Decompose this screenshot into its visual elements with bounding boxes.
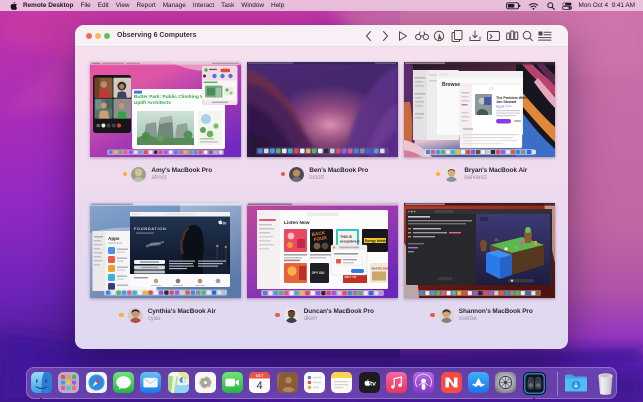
svg-text:4: 4 <box>257 380 263 392</box>
svg-text:WASTELAND: WASTELAND <box>372 267 389 271</box>
svg-text:OCT: OCT <box>256 374 264 378</box>
svg-text:THIS IS: THIS IS <box>340 235 353 239</box>
svg-text:JPY BU: JPY BU <box>312 271 325 275</box>
svg-text:MELT FM: MELT FM <box>345 275 358 279</box>
svg-text:tv: tv <box>223 221 227 226</box>
svg-text:Jon Stewart: Jon Stewart <box>496 100 517 104</box>
svg-text:Listen Now: Listen Now <box>284 220 310 226</box>
svg-text:Uplift Architects: Uplift Architects <box>134 100 171 106</box>
svg-text:FOUNDATION: FOUNDATION <box>134 226 166 231</box>
svg-text:Apple TV+: Apple TV+ <box>496 105 512 109</box>
svg-text:Butler Park: Public Climbing W: Butler Park: Public Climbing Wal <box>134 94 208 100</box>
svg-text:Browse: Browse <box>442 82 460 88</box>
svg-text:Apps: Apps <box>108 236 120 241</box>
svg-text:Energy Infinity: Energy Infinity <box>365 239 387 243</box>
svg-text:tv: tv <box>370 381 376 388</box>
svg-text:acceptance!: acceptance! <box>340 240 360 244</box>
